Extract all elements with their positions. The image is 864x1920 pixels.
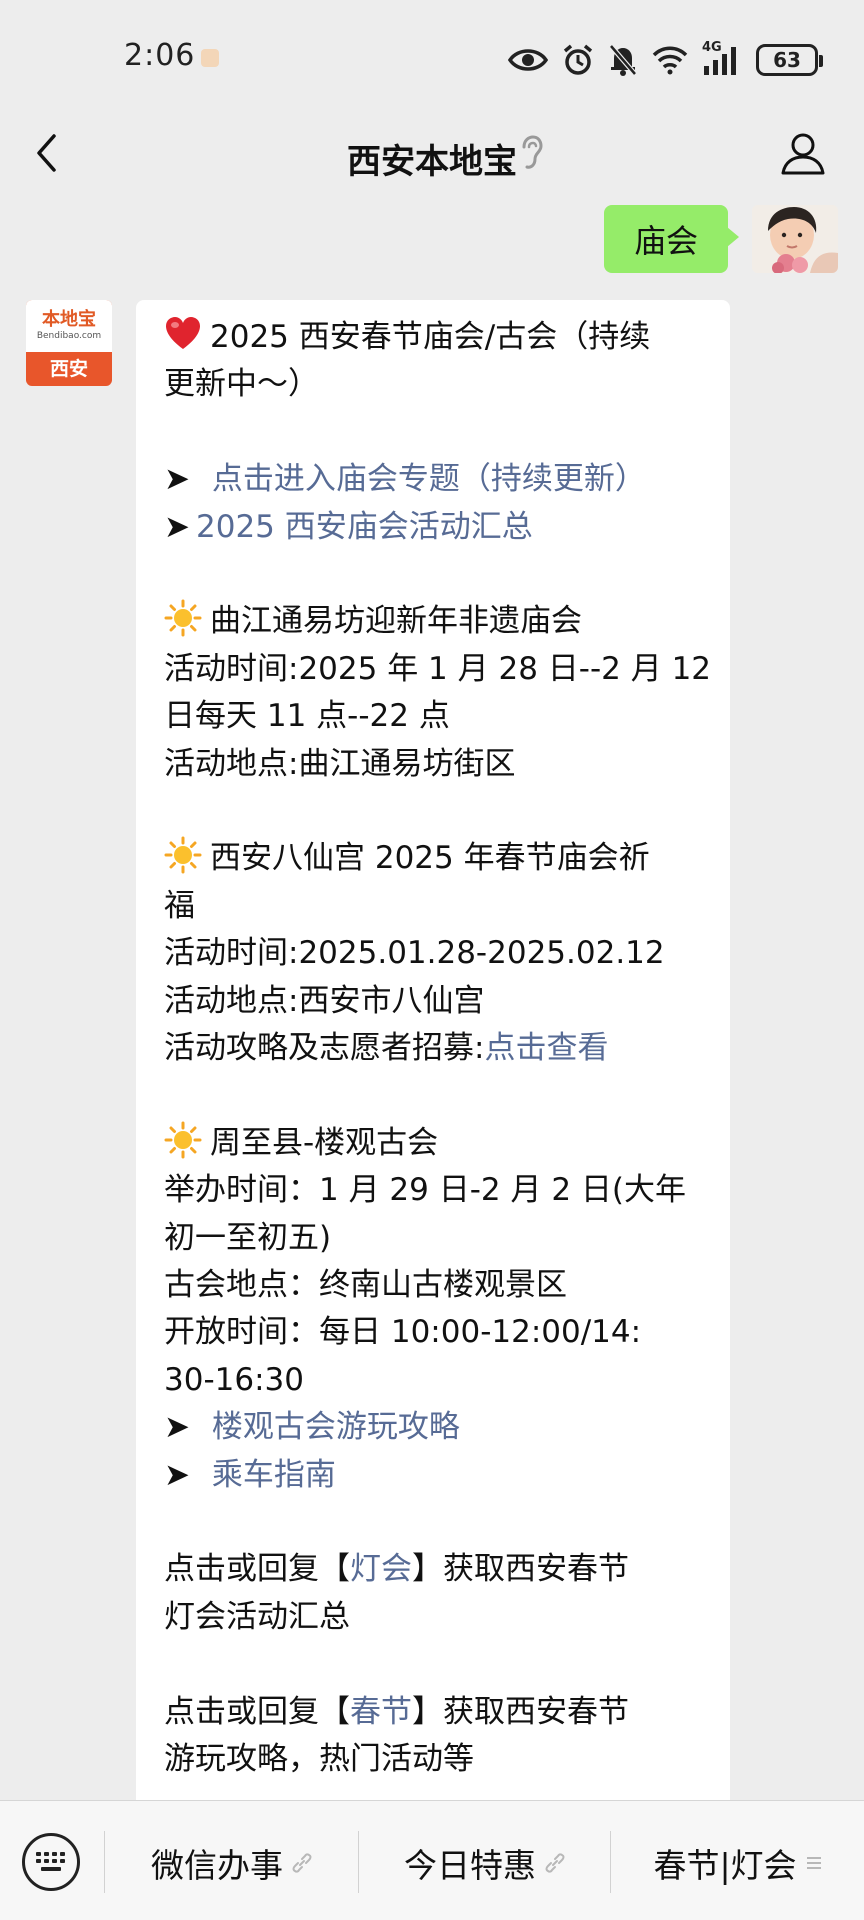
reply-prompt-lantern: 点击或回复【灯会】获取西安春节 [164, 1551, 629, 1588]
battery-level: 63 [773, 48, 801, 72]
reply-prompt-lantern-cont: 灯会活动汇总 [164, 1598, 350, 1635]
wifi-icon [652, 46, 688, 75]
menu-item-label: 今日特惠 [404, 1846, 536, 1885]
link-icon [292, 1853, 312, 1873]
event-1-time: 活动时间:2025 年 1 月 28 日--2 月 12 [164, 650, 712, 687]
official-account-avatar[interactable]: 本地宝 Bendibao.com 西安 [26, 300, 112, 386]
alarm-icon [563, 44, 593, 75]
event-3-time-cont: 初一至初五) [164, 1219, 332, 1256]
event-2-title-cont: 福 [164, 887, 195, 924]
event-3-open-hours: 开放时间：每日 10:00-12:00/14: [164, 1314, 642, 1351]
menu-item-label: 春节|灯会 [653, 1846, 797, 1885]
message-title-line-2: 更新中～） [164, 366, 319, 403]
link-bus-guide[interactable]: 乘车指南 [202, 1457, 336, 1493]
sent-message-text: 庙会 [633, 222, 698, 260]
event-3-open-hours-cont: 30-16:30 [164, 1361, 304, 1398]
chat-title: 西安本地宝 [347, 142, 517, 182]
link-icon [545, 1853, 565, 1873]
reply-prompt-spring-festival-cont: 游玩攻略，热门活动等 [164, 1741, 474, 1778]
keyboard-icon [36, 1852, 65, 1871]
menu-item-label: 微信办事 [151, 1846, 283, 1885]
event-1-time-cont: 日每天 11 点--22 点 [164, 698, 450, 735]
event-2-guide: 活动攻略及志愿者招募:点击查看 [164, 1025, 706, 1072]
event-1-title: 曲江通易坊迎新年非遗庙会 [164, 598, 706, 645]
eye-icon [508, 49, 548, 71]
heart-icon [166, 317, 200, 349]
user-avatar[interactable] [752, 205, 838, 273]
link-view-details[interactable]: 点击查看 [484, 1030, 608, 1066]
menu-divider [610, 1831, 611, 1893]
event-1-place: 活动地点:曲江通易坊街区 [164, 745, 516, 782]
link-louguan-guide-row[interactable]: ➤ 楼观古会游玩攻略 [164, 1404, 706, 1451]
event-2-time: 活动时间:2025.01.28-2025.02.12 [164, 935, 665, 972]
sun-icon [164, 599, 202, 637]
status-time: 2:06 [124, 38, 196, 73]
reply-prompt-spring-festival: 点击或回复【春节】获取西安春节 [164, 1693, 629, 1730]
avatar-logo-text: 本地宝 [42, 309, 96, 330]
earpiece-mode-icon [522, 135, 543, 169]
nav-bar: 西安本地宝 [0, 100, 864, 206]
arrow-icon: ➤ [164, 1409, 190, 1446]
list-icon [806, 1857, 821, 1869]
sun-icon [164, 1121, 202, 1159]
sent-message-bubble[interactable]: 庙会 [604, 205, 739, 273]
keyword-spring-festival[interactable]: 春节 [350, 1694, 412, 1730]
menu-divider [358, 1831, 359, 1893]
avatar-domain-text: Bendibao.com [36, 331, 102, 341]
arrow-icon: ➤ [164, 1456, 190, 1493]
message-title-line: 2025 西安春节庙会/古会（持续 [164, 314, 706, 361]
keyword-lantern-fair[interactable]: 灯会 [350, 1551, 412, 1587]
status-bar: 2:06 4G 63 [0, 0, 864, 100]
menu-item-today-deals[interactable]: 今日特惠 [360, 1835, 610, 1891]
link-temple-fair-topic[interactable]: 点击进入庙会专题（持续更新） [202, 461, 646, 497]
menu-item-spring-festival-lanterns[interactable]: 春节|灯会 [612, 1835, 864, 1891]
event-2-place: 活动地点:西安市八仙宫 [164, 982, 485, 1019]
event-2-title: 西安八仙宫 2025 年春节庙会祈 [164, 835, 706, 882]
menu-divider [104, 1831, 105, 1893]
account-menu-bar: 微信办事 今日特惠 春节|灯会 [0, 1800, 864, 1920]
event-3-time: 举办时间：1 月 29 日-2 月 2 日(大年 [164, 1172, 687, 1209]
link-bus-guide-row[interactable]: ➤ 乘车指南 [164, 1452, 706, 1499]
link-temple-fair-summary[interactable]: 2025 西安庙会活动汇总 [196, 509, 533, 545]
menu-item-wechat-services[interactable]: 微信办事 [106, 1835, 358, 1891]
event-3-place: 古会地点：终南山古楼观景区 [164, 1267, 567, 1304]
arrow-icon: ➤ [164, 508, 190, 545]
sun-icon [164, 836, 202, 874]
status-icons: 4G 63 [508, 40, 823, 80]
link-summary-row[interactable]: ➤ 2025 西安庙会活动汇总 [164, 504, 706, 551]
arrow-icon: ➤ [164, 461, 190, 498]
profile-icon[interactable] [780, 132, 826, 176]
cellular-signal-icon: 4G [702, 40, 742, 76]
event-2-guide-label: 活动攻略及志愿者招募: [164, 1030, 485, 1067]
avatar-city-text: 西安 [49, 358, 88, 380]
keyboard-toggle-button[interactable] [22, 1833, 80, 1891]
avatar-logo-area: 本地宝 Bendibao.com [26, 300, 112, 352]
link-topic-row[interactable]: ➤ 点击进入庙会专题（持续更新） [164, 456, 706, 503]
link-louguan-guide[interactable]: 楼观古会游玩攻略 [202, 1409, 460, 1445]
event-3-title: 周至县-楼观古会 [164, 1120, 706, 1167]
notification-icon [201, 49, 219, 67]
battery-indicator: 63 [756, 44, 823, 76]
received-message-bubble: 2025 西安春节庙会/古会（持续 更新中～） ➤ 点击进入庙会专题（持续更新）… [136, 300, 730, 1820]
mute-bell-icon [609, 44, 637, 76]
